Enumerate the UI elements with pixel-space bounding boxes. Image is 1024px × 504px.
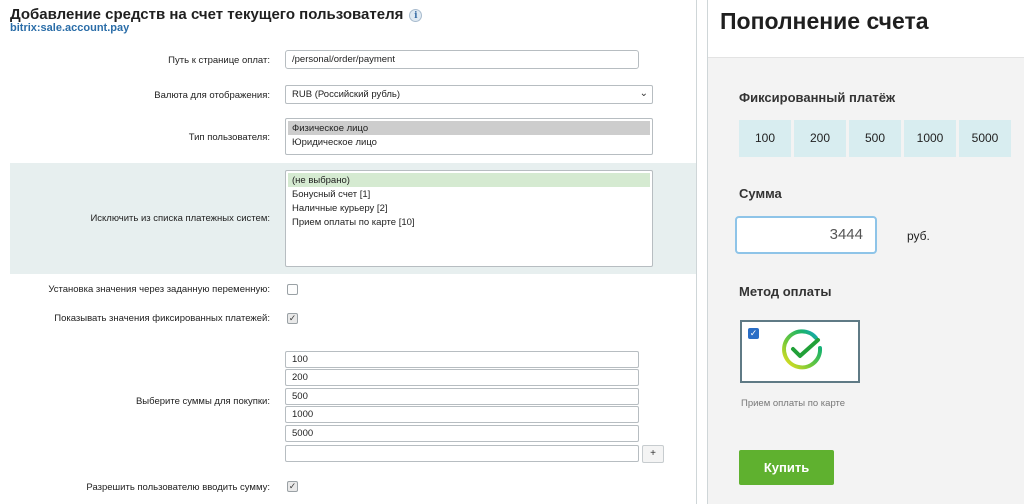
payment-path-label: Путь к странице оплат: bbox=[168, 55, 270, 66]
amount-input[interactable]: 100 bbox=[285, 351, 639, 368]
sum-input[interactable]: 3444 bbox=[735, 216, 877, 254]
amount-input[interactable]: 5000 bbox=[285, 425, 639, 442]
exclude-systems-listbox[interactable]: (не выбрано) Бонусный счет [1] Наличные … bbox=[285, 170, 653, 267]
sum-heading: Сумма bbox=[739, 186, 782, 201]
var-setting-label: Установка значения через заданную переме… bbox=[48, 284, 270, 295]
sberbank-logo-icon bbox=[782, 329, 823, 370]
account-topup-widget: Пополнение счета Фиксированный платёж 10… bbox=[707, 0, 1024, 504]
fixed-amount-chip[interactable]: 5000 bbox=[959, 120, 1011, 157]
settings-title: Добавление средств на счет текущего поль… bbox=[10, 6, 423, 23]
show-fixed-label: Показывать значения фиксированных платеж… bbox=[54, 313, 270, 324]
component-settings-panel: Добавление средств на счет текущего поль… bbox=[0, 0, 697, 504]
currency-select-value: RUB (Российский рубль) bbox=[292, 89, 401, 100]
payment-method-heading: Метод оплаты bbox=[739, 284, 832, 299]
component-code: bitrix:sale.account.pay bbox=[10, 22, 130, 34]
amount-input[interactable]: 200 bbox=[285, 369, 639, 386]
currency-label: Валюта для отображения: bbox=[154, 90, 270, 101]
show-fixed-checkbox[interactable]: ✓ bbox=[287, 313, 298, 324]
amounts-label: Выберите суммы для покупки: bbox=[135, 396, 270, 407]
widget-title: Пополнение счета bbox=[720, 8, 929, 34]
amount-input-empty[interactable] bbox=[285, 445, 639, 462]
fixed-amount-chip[interactable]: 500 bbox=[849, 120, 901, 157]
list-option[interactable]: Прием оплаты по карте [10] bbox=[288, 215, 650, 229]
buy-button[interactable]: Купить bbox=[739, 450, 834, 485]
var-setting-checkbox[interactable] bbox=[287, 284, 298, 295]
fixed-amount-chip[interactable]: 1000 bbox=[904, 120, 956, 157]
fixed-payment-heading: Фиксированный платёж bbox=[739, 90, 896, 105]
list-option[interactable]: Физическое лицо bbox=[288, 121, 650, 135]
payment-path-input[interactable]: /personal/order/payment bbox=[285, 50, 639, 69]
payment-method-caption: Прием оплаты по карте bbox=[741, 398, 846, 409]
payment-method-checkbox[interactable]: ✓ bbox=[748, 328, 759, 339]
allow-input-checkbox[interactable]: ✓ bbox=[287, 481, 298, 492]
allow-input-label: Разрешить пользователю вводить сумму: bbox=[86, 482, 270, 493]
user-type-label: Тип пользователя: bbox=[188, 132, 270, 143]
list-option[interactable]: Бонусный счет [1] bbox=[288, 187, 650, 201]
fixed-amount-chip[interactable]: 100 bbox=[739, 120, 791, 157]
user-type-listbox[interactable]: Физическое лицо Юридическое лицо bbox=[285, 118, 653, 155]
amount-input[interactable]: 500 bbox=[285, 388, 639, 405]
currency-select[interactable]: RUB (Российский рубль) ⌄ bbox=[285, 85, 653, 104]
info-icon[interactable]: i bbox=[409, 8, 423, 22]
chevron-down-icon: ⌄ bbox=[639, 88, 648, 99]
currency-unit: руб. bbox=[907, 229, 930, 243]
payment-method-card[interactable]: ✓ bbox=[740, 320, 860, 383]
list-option[interactable]: Наличные курьеру [2] bbox=[288, 201, 650, 215]
widget-header: Пополнение счета bbox=[708, 0, 1024, 58]
add-amount-button[interactable]: + bbox=[642, 445, 664, 463]
list-option[interactable]: (не выбрано) bbox=[288, 173, 650, 187]
amount-input[interactable]: 1000 bbox=[285, 406, 639, 423]
list-option[interactable]: Юридическое лицо bbox=[288, 135, 650, 149]
fixed-amount-chip[interactable]: 200 bbox=[794, 120, 846, 157]
exclude-systems-label: Исключить из списка платежных систем: bbox=[90, 213, 270, 224]
